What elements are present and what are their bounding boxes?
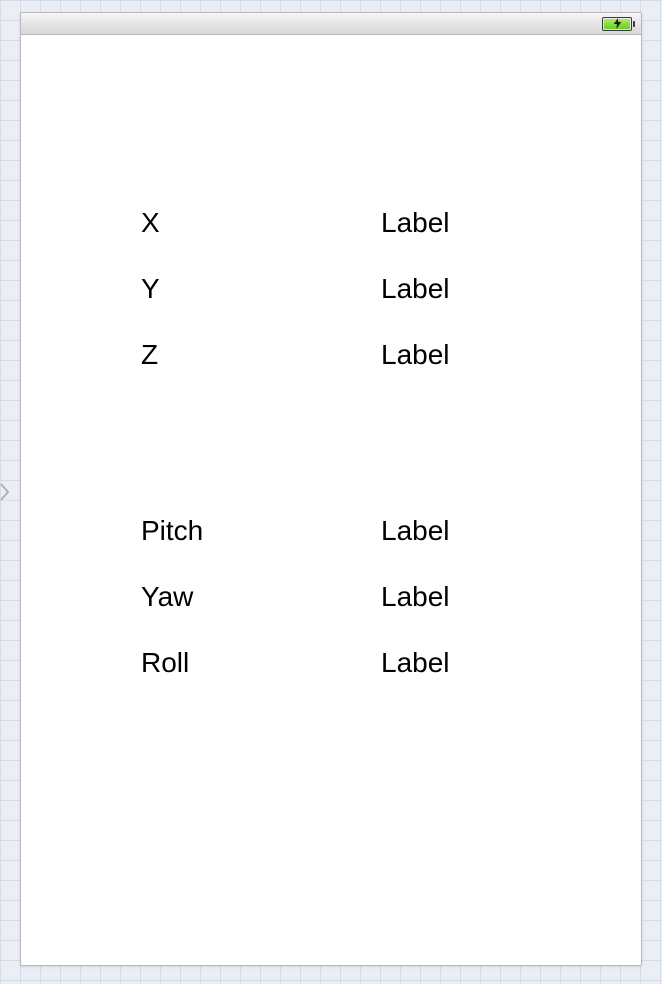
row-z: Z Label [141,322,641,388]
pitch-value: Label [381,515,450,547]
status-bar [21,13,641,35]
battery-charging-icon [602,17,635,31]
z-label: Z [141,339,381,371]
row-pitch: Pitch Label [141,498,641,564]
device-frame: X Label Y Label Z Label Pitch Label Yaw … [20,12,642,966]
roll-label: Roll [141,647,381,679]
x-label: X [141,207,381,239]
pitch-label: Pitch [141,515,381,547]
z-value: Label [381,339,450,371]
yaw-label: Yaw [141,581,381,613]
canvas-left-handle [0,482,10,502]
y-label: Y [141,273,381,305]
row-roll: Roll Label [141,630,641,696]
row-x: X Label [141,190,641,256]
yaw-value: Label [381,581,450,613]
x-value: Label [381,207,450,239]
y-value: Label [381,273,450,305]
row-y: Y Label [141,256,641,322]
roll-value: Label [381,647,450,679]
row-yaw: Yaw Label [141,564,641,630]
section-gap [141,388,641,498]
content-area: X Label Y Label Z Label Pitch Label Yaw … [21,35,641,965]
